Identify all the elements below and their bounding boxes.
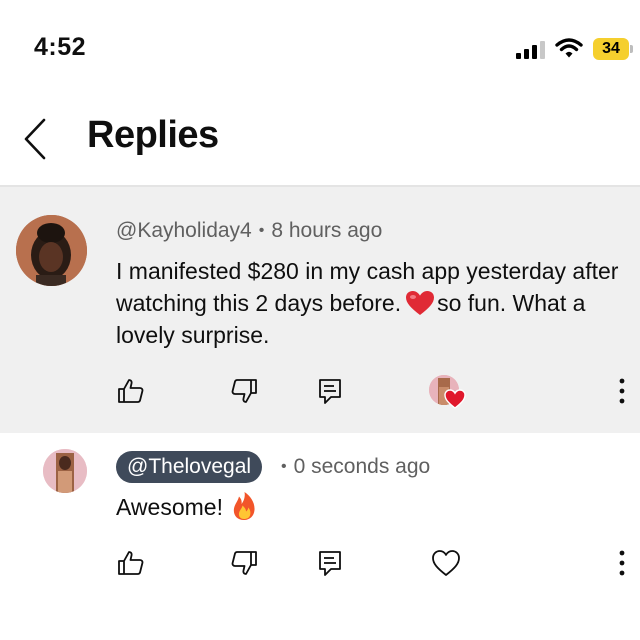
reply-actions (0, 547, 640, 587)
reply-button[interactable] (314, 547, 346, 579)
avatar-image (43, 449, 87, 493)
meta-separator: • (258, 222, 265, 239)
replies-header: Replies (0, 96, 640, 186)
reply-comment: @Thelovegal • 0 seconds ago Awesome! (0, 433, 640, 640)
reply-text-content: Awesome! (116, 494, 223, 520)
fire-emoji-icon (233, 492, 255, 520)
more-options-button[interactable] (606, 375, 638, 407)
more-vert-icon (619, 550, 625, 576)
reply-author-chip[interactable]: @Thelovegal (116, 451, 263, 483)
more-vert-icon (619, 378, 625, 404)
status-time: 4:52 (34, 33, 87, 61)
comment-author[interactable]: @Kayholiday4 (116, 219, 252, 242)
reply-timestamp: 0 seconds ago (293, 455, 431, 478)
reply-icon (319, 379, 341, 404)
red-heart-emoji-icon (406, 291, 435, 315)
dislike-button[interactable] (228, 547, 260, 579)
meta-separator: • (281, 458, 287, 475)
page-title: Replies (87, 114, 219, 156)
thumbs-up-icon (118, 379, 144, 403)
like-button[interactable] (115, 375, 147, 407)
cellular-signal-icon (516, 41, 545, 59)
thumbs-down-icon (231, 551, 257, 575)
chevron-left-icon[interactable] (18, 116, 54, 162)
thumbs-up-icon (118, 551, 144, 575)
avatar[interactable] (16, 215, 87, 286)
reply-meta: • 0 seconds ago (274, 455, 430, 479)
reply-icon (319, 551, 341, 576)
parent-comment: @Kayholiday4 • 8 hours ago I manifested $2… (0, 187, 640, 433)
reply-text: Awesome! (116, 491, 257, 523)
thumbs-down-icon (231, 379, 257, 403)
creator-heart-badge[interactable] (429, 375, 466, 411)
heart-icon (432, 550, 460, 576)
heart-badge-icon (444, 389, 466, 409)
reply-button[interactable] (314, 375, 346, 407)
comment-text: I manifested $280 in my cash app yesterd… (116, 255, 631, 351)
status-bar: 4:52 34 (0, 0, 640, 96)
more-options-button[interactable] (606, 547, 638, 579)
comment-actions (0, 375, 640, 415)
battery-indicator: 34 (593, 38, 633, 60)
avatar[interactable] (43, 449, 87, 493)
avatar-image (16, 215, 87, 286)
comment-timestamp: 8 hours ago (271, 219, 383, 242)
like-button[interactable] (115, 547, 147, 579)
dislike-button[interactable] (228, 375, 260, 407)
wifi-icon (555, 38, 583, 58)
comment-meta: @Kayholiday4 • 8 hours ago (116, 219, 382, 243)
heart-button[interactable] (430, 547, 462, 579)
